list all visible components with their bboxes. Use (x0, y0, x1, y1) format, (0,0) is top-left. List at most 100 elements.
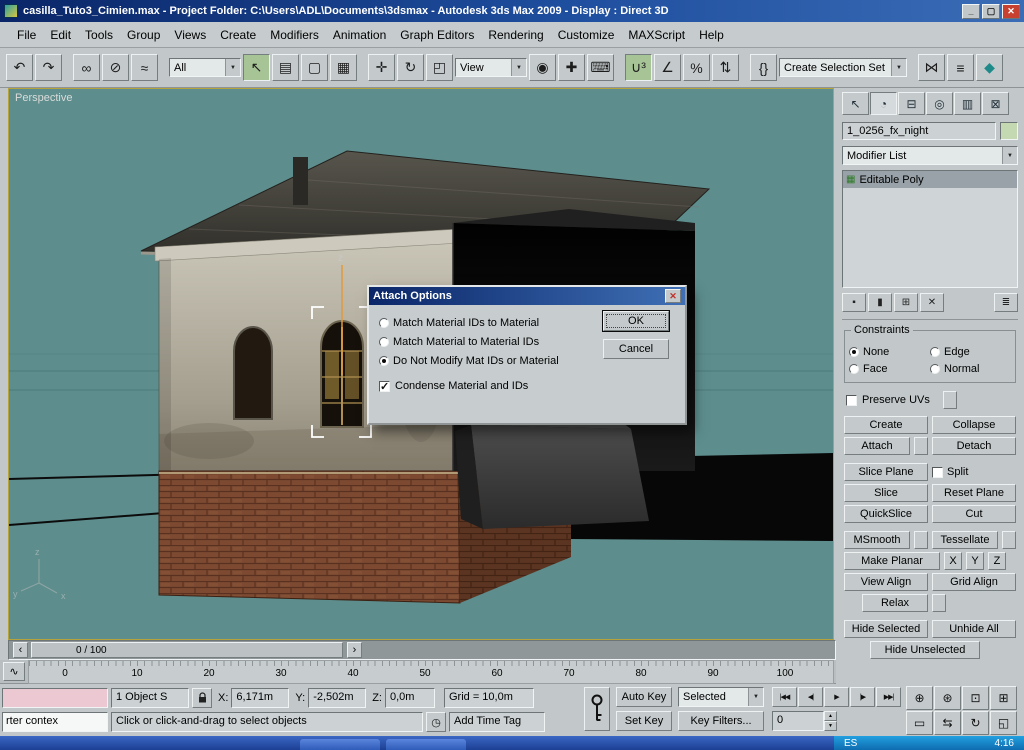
attach-settings-button[interactable] (914, 437, 928, 455)
spin-down-button[interactable]: ▼ (824, 721, 837, 731)
reference-coordinate-dropdown[interactable]: View ▼ (455, 58, 527, 77)
relax-settings-button[interactable] (932, 594, 946, 612)
constraint-radio[interactable]: Face (849, 360, 930, 377)
object-name-field[interactable]: 1_0256_fx_night (842, 122, 996, 140)
slice-button[interactable]: Slice (844, 484, 928, 502)
x-coordinate-field[interactable]: 6,171m (231, 688, 289, 708)
make-unique-button[interactable]: ⊞ (894, 293, 918, 312)
unlink-selection-button[interactable]: ⊘ (102, 54, 129, 81)
collapse-button[interactable]: Collapse (932, 416, 1016, 434)
menu-item[interactable]: Group (120, 25, 167, 45)
modifier-stack-item[interactable]: ▦ Editable Poly (843, 171, 1017, 188)
create-selection-set-dropdown[interactable]: Create Selection Set ▼ (779, 58, 907, 77)
maximize-viewport-button[interactable]: ◱ (990, 711, 1017, 735)
menu-item[interactable]: Animation (326, 25, 393, 45)
next-frame-arrow[interactable]: › (347, 642, 362, 658)
ok-button[interactable]: OK (603, 311, 669, 331)
zoom-button[interactable]: ⊕ (906, 686, 933, 710)
tab-hierarchy[interactable]: ⊟ (898, 92, 925, 115)
previous-frame-arrow[interactable]: ‹ (13, 642, 28, 658)
menu-item[interactable]: Graph Editors (393, 25, 481, 45)
material-editor-button[interactable]: ◆ (976, 54, 1003, 81)
tab-motion[interactable]: ◎ (926, 92, 953, 115)
select-and-link-button[interactable]: ∞ (73, 54, 100, 81)
tab-utilities[interactable]: ⊠ (982, 92, 1009, 115)
z-coordinate-field[interactable]: 0,0m (385, 688, 435, 708)
menu-item[interactable]: Modifiers (263, 25, 326, 45)
language-indicator[interactable]: ES (844, 738, 857, 749)
planar-x-button[interactable]: X (944, 552, 962, 570)
pan-button[interactable]: ⇆ (934, 711, 961, 735)
dialog-title-bar[interactable]: Attach Options ✕ (369, 287, 685, 305)
dialog-close-button[interactable]: ✕ (665, 289, 681, 303)
go-to-start-button[interactable]: |◀◀ (772, 687, 797, 707)
configure-modifier-sets-button[interactable]: ≣ (994, 293, 1018, 312)
align-button[interactable]: ≡ (947, 54, 974, 81)
preserve-uvs-settings-button[interactable] (943, 391, 957, 409)
y-coordinate-field[interactable]: -2,502m (308, 688, 366, 708)
quickslice-button[interactable]: QuickSlice (844, 505, 928, 523)
select-and-rotate-button[interactable]: ↻ (397, 54, 424, 81)
macro-recorder-field[interactable] (2, 688, 108, 708)
track-bar[interactable]: ∿ 0102030405060708090100 (0, 660, 836, 684)
bind-to-space-warp-button[interactable]: ≈ (131, 54, 158, 81)
named-selection-sets-button[interactable]: {} (750, 54, 777, 81)
select-and-move-button[interactable]: ✛ (368, 54, 395, 81)
title-bar[interactable]: casilla_Tuto3_Cimien.max - Project Folde… (0, 0, 1024, 22)
menu-item[interactable]: Edit (43, 25, 78, 45)
minimize-button[interactable]: _ (962, 4, 980, 19)
modifier-stack[interactable]: ▦ Editable Poly (842, 170, 1018, 288)
key-mode-dropdown[interactable]: Selected ▼ (678, 687, 764, 707)
spin-up-button[interactable]: ▲ (824, 711, 837, 721)
menu-item[interactable]: Customize (551, 25, 622, 45)
angle-snap-button[interactable]: ∠ (654, 54, 681, 81)
mirror-button[interactable]: ⋈ (918, 54, 945, 81)
maxscript-listener-field[interactable]: rter contex (2, 712, 108, 732)
msmooth-settings-button[interactable] (914, 531, 928, 549)
previous-frame-button[interactable]: ◀| (798, 687, 823, 707)
menu-item[interactable]: Create (213, 25, 263, 45)
redo-button[interactable]: ↷ (35, 54, 62, 81)
hide-unselected-button[interactable]: Hide Unselected (870, 641, 980, 659)
snap-toggle-button[interactable]: ∪³ (625, 54, 652, 81)
select-by-name-button[interactable]: ▤ (272, 54, 299, 81)
track-bar-ruler[interactable]: 0102030405060708090100 (28, 660, 834, 684)
cancel-button[interactable]: Cancel (603, 339, 669, 359)
use-pivot-center-button[interactable]: ◉ (529, 54, 556, 81)
reset-plane-button[interactable]: Reset Plane (932, 484, 1016, 502)
key-filters-button[interactable]: Key Filters... (678, 711, 764, 731)
unhide-all-button[interactable]: Unhide All (932, 620, 1016, 638)
tab-display[interactable]: ▥ (954, 92, 981, 115)
spinner-snap-button[interactable]: ⇅ (712, 54, 739, 81)
undo-button[interactable]: ↶ (6, 54, 33, 81)
menu-item[interactable]: Views (167, 25, 213, 45)
auto-key-button[interactable]: Auto Key (616, 687, 672, 707)
selection-region-button[interactable]: ▢ (301, 54, 328, 81)
tab-create[interactable]: ↖ (842, 92, 869, 115)
detach-button[interactable]: Detach (932, 437, 1016, 455)
menu-item[interactable]: MAXScript (621, 25, 692, 45)
view-align-button[interactable]: View Align (844, 573, 928, 591)
current-frame-field[interactable]: 0 (772, 711, 824, 731)
play-button[interactable]: ▶ (824, 687, 849, 707)
constraint-radio[interactable]: Edge (930, 343, 1011, 360)
set-key-button[interactable]: Set Key (616, 711, 672, 731)
open-mini-curve-editor-button[interactable]: ∿ (3, 662, 25, 681)
menu-item[interactable]: Tools (78, 25, 120, 45)
constraint-radio[interactable]: None (849, 343, 930, 360)
select-and-manipulate-button[interactable]: ✚ (558, 54, 585, 81)
grid-align-button[interactable]: Grid Align (932, 573, 1016, 591)
planar-z-button[interactable]: Z (988, 552, 1006, 570)
pin-stack-button[interactable]: ▪ (842, 293, 866, 312)
select-object-button[interactable]: ↖ (243, 54, 270, 81)
tessellate-button[interactable]: Tessellate (932, 531, 998, 549)
make-planar-button[interactable]: Make Planar (844, 552, 940, 570)
time-slider[interactable]: ‹ 0 / 100 › (8, 640, 836, 660)
maximize-button[interactable]: ▢ (982, 4, 1000, 19)
menu-item[interactable]: Rendering (481, 25, 550, 45)
slice-plane-button[interactable]: Slice Plane (844, 463, 928, 481)
viewport-label[interactable]: Perspective (15, 92, 72, 104)
cut-button[interactable]: Cut (932, 505, 1016, 523)
percent-snap-button[interactable]: % (683, 54, 710, 81)
menu-item[interactable]: File (10, 25, 43, 45)
